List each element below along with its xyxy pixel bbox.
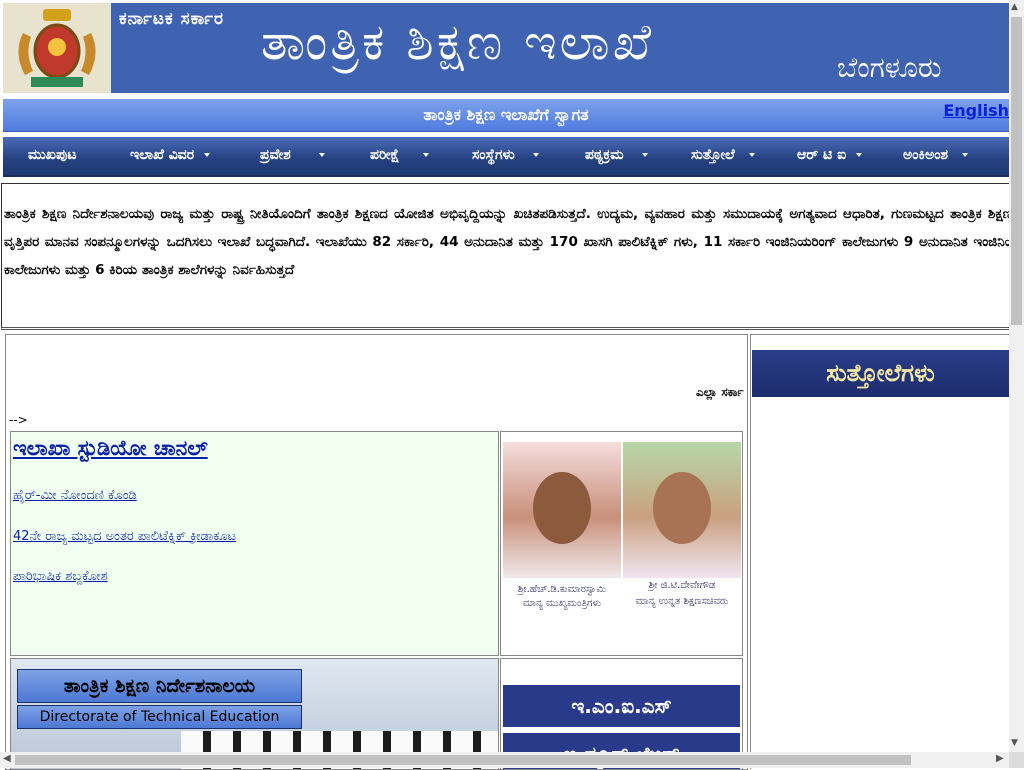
photo-caption-role: ಮಾನ್ಯ ಮುಖ್ಯಮಂತ್ರಿಗಳು xyxy=(522,598,602,609)
scroll-down-icon[interactable]: ▼ xyxy=(1011,738,1018,748)
chevron-down-icon xyxy=(962,153,969,157)
nav-item-label: ಪ್ರವೇಶ xyxy=(260,147,291,163)
scroll-up-icon[interactable]: ▲ xyxy=(1011,2,1018,12)
nav-item-statistics[interactable]: ಅಂಕಿಅಂಶ xyxy=(903,147,969,163)
education-minister-photo xyxy=(623,442,741,578)
chief-minister-photo xyxy=(503,442,621,578)
karnataka-emblem-icon xyxy=(3,3,111,93)
emis-button[interactable]: ಇ.ಎಂ.ಐ.ಎಸ್ xyxy=(503,685,740,727)
chevron-down-icon xyxy=(748,153,755,157)
photo-caption-name: ಶ್ರೀ ಜಿ.ಟಿ.ದೇವೇಗೌಡ xyxy=(648,580,716,591)
nav-item-circulars[interactable]: ಸುತ್ತೋಲೆ xyxy=(691,147,755,163)
horizontal-scrollbar[interactable]: ◀ ▶ xyxy=(0,752,1009,768)
nav-item-rti[interactable]: ಆರ್ ಟಿ ಐ xyxy=(797,147,863,163)
nav-item-label: ಪರೀಕ್ಷೆ xyxy=(370,147,400,163)
chevron-down-icon xyxy=(423,153,430,157)
vertical-scroll-thumb[interactable] xyxy=(1011,17,1022,325)
intro-section: ತಾಂತ್ರಿಕ ಶಿಕ್ಷಣ ನಿರ್ದೇಶನಾಲಯವು ರಾಜ್ಯ ಮತ್ತ… xyxy=(1,183,1011,330)
department-title: ತಾಂತ್ರಿಕ ಶಿಕ್ಷಣ ಇಲಾಖೆ xyxy=(261,13,655,71)
nav-item-admission[interactable]: ಪ್ರವೇಶ xyxy=(260,147,325,163)
circulars-banner[interactable]: ಸುತ್ತೋಲೆಗಳು xyxy=(752,350,1009,397)
nav-item-syllabus[interactable]: ಪಠ್ಯಕ್ರಮ xyxy=(585,147,648,163)
photo-caption-role: ಮಾನ್ಯ ಉನ್ನತ ಶಿಕ್ಷಣಸಚಿವರು xyxy=(635,596,729,607)
welcome-text: ತಾಂತ್ರಿಕ ಶಿಕ್ಷಣ ಇಲಾಖೆಗೆ ಸ್ವಾಗತ xyxy=(423,105,589,124)
chevron-down-icon xyxy=(532,153,539,157)
directorate-title-kannada: ತಾಂತ್ರಿಕ ಶಿಕ್ಷಣ ನಿರ್ದೇಶನಾಲಯ xyxy=(17,669,302,703)
photo-caption-name: ಶ್ರೀ.ಹೆಚ್.ಡಿ.ಕುಮಾರಸ್ವಾಮಿ xyxy=(517,584,607,595)
vertical-scrollbar[interactable]: ▲ ▼ xyxy=(1009,0,1024,752)
welcome-bar: ತಾಂತ್ರಿಕ ಶಿಕ್ಷಣ ಇಲಾಖೆಗೆ ಸ್ವಾಗತ English xyxy=(3,99,1009,132)
stray-comment-text: --> xyxy=(9,413,28,427)
city-label: ಬೆಂಗಳೂರು xyxy=(837,51,942,84)
glossary-link[interactable]: ಪಾರಿಭಾಷಿಕ ಶಬ್ದಕೋಶ xyxy=(13,569,108,584)
studio-channel-link[interactable]: ಇಲಾಖಾ ಸ್ಟುಡಿಯೋ ಚಾನಲ್ xyxy=(13,436,208,461)
chevron-down-icon xyxy=(856,153,863,157)
nav-item-department[interactable]: ಇಲಾಖೆ ವಿವರ xyxy=(130,147,211,163)
chevron-down-icon xyxy=(204,153,211,157)
english-language-link[interactable]: English xyxy=(943,101,1009,120)
studio-channel-box: ಇಲಾಖಾ ಸ್ಟುಡಿಯೋ ಚಾನಲ್ ಹೈರ್-ಮೀ ನೋಂದಣಿ ಕೊಂಡ… xyxy=(10,431,499,656)
chevron-down-icon xyxy=(318,153,325,157)
scroll-right-icon[interactable]: ▶ xyxy=(996,753,1004,764)
intro-paragraph: ತಾಂತ್ರಿಕ ಶಿಕ್ಷಣ ನಿರ್ದೇಶನಾಲಯವು ರಾಜ್ಯ ಮತ್ತ… xyxy=(4,206,1011,278)
nav-item-institutions[interactable]: ಸಂಸ್ಥೆಗಳು xyxy=(472,147,539,163)
main-nav: ಮುಖಪುಟ ಇಲಾಖೆ ವಿವರ ಪ್ರವೇಶ ಪರೀಕ್ಷೆ ಸಂಸ್ಥೆಗ… xyxy=(3,137,1009,177)
nav-item-exam[interactable]: ಪರೀಕ್ಷೆ xyxy=(370,147,430,163)
nav-item-label: ಸಂಸ್ಥೆಗಳು xyxy=(472,147,515,163)
nav-item-label: ಅಂಕಿಅಂಶ xyxy=(903,147,949,163)
news-marquee[interactable]: ಎಲ್ಲಾ ಸರ್ಕಾ xyxy=(696,385,746,400)
nav-item-label: ಆರ್ ಟಿ ಐ xyxy=(797,147,847,163)
scroll-left-icon[interactable]: ◀ xyxy=(3,753,11,764)
directorate-title-english: Directorate of Technical Education xyxy=(17,705,302,729)
chevron-down-icon xyxy=(641,153,648,157)
header-banner: ಕರ್ನಾಟಕ ಸರ್ಕಾರ ತಾಂತ್ರಿಕ ಶಿಕ್ಷಣ ಇಲಾಖೆ ಬೆಂ… xyxy=(3,3,1009,93)
scrollbar-corner xyxy=(1009,752,1024,768)
dignitaries-photo-box: ಶ್ರೀ.ಹೆಚ್.ಡಿ.ಕುಮಾರಸ್ವಾಮಿ ಮಾನ್ಯ ಮುಖ್ಯಮಂತ್… xyxy=(500,431,743,656)
right-sidebar xyxy=(750,334,1010,769)
hire-me-registration-link[interactable]: ಹೈರ್-ಮೀ ನೋಂದಣಿ ಕೊಂಡಿ xyxy=(13,488,137,503)
nav-item-label: ಸುತ್ತೋಲೆ xyxy=(691,147,735,163)
government-label: ಕರ್ನಾಟಕ ಸರ್ಕಾರ xyxy=(119,9,225,29)
nav-item-label: ಮುಖಪುಟ xyxy=(28,147,77,163)
nav-item-label: ಪಠ್ಯಕ್ರಮ xyxy=(585,147,624,163)
sports-meet-link[interactable]: 42ನೇ ರಾಜ್ಯ ಮಟ್ಟದ ಅಂತರ ಪಾಲಿಟೆಕ್ನಿಕ್ ಕ್ರೀಡ… xyxy=(13,529,236,544)
nav-item-home[interactable]: ಮುಖಪುಟ xyxy=(28,147,77,163)
nav-item-label: ಇಲಾಖೆ ವಿವರ xyxy=(130,147,195,163)
horizontal-scroll-thumb[interactable] xyxy=(15,755,911,765)
